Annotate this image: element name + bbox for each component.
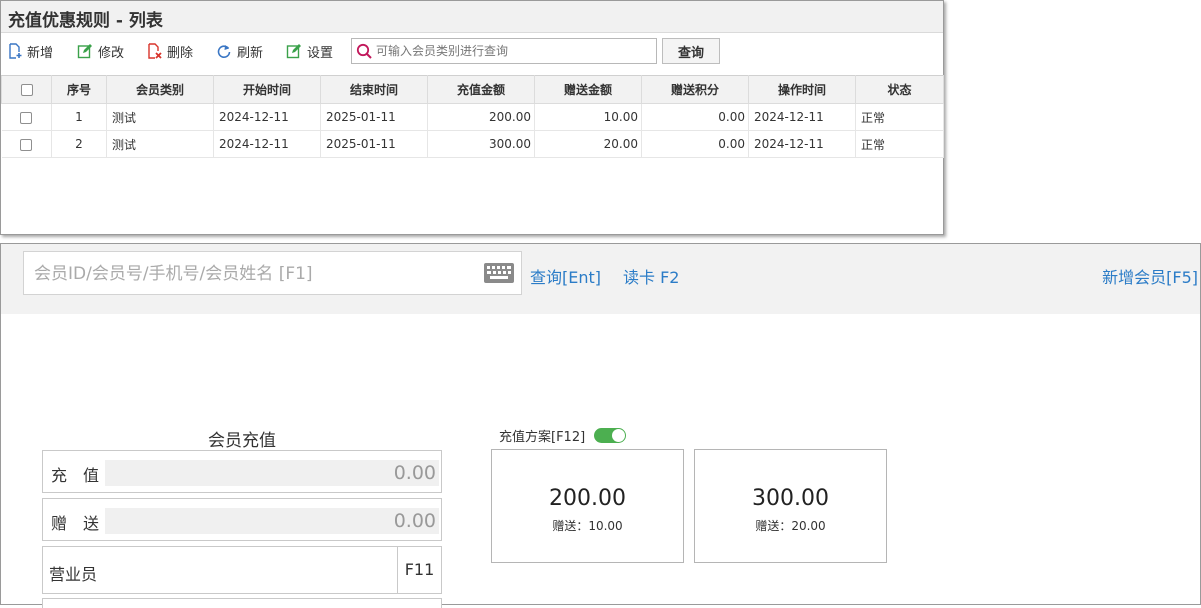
cell-points: 0.00 [641,103,749,131]
table-row[interactable]: 2 测试 2024-12-11 2025-01-11 300.00 20.00 … [1,130,944,158]
category-search-input[interactable] [376,44,656,58]
search-box[interactable] [351,38,657,64]
plan-amount: 200.00 [549,486,626,511]
column-header[interactable]: 开始时间 [213,75,321,104]
delete-label: 删除 [167,45,194,61]
add-document-icon [9,43,22,59]
column-header[interactable]: 充值金额 [427,75,535,104]
cell-op-time: 2024-12-11 [748,130,856,158]
clerk-label: 营业员 [49,565,98,584]
clerk-row[interactable]: 营业员 F11 [42,546,442,594]
delete-button[interactable]: 删除 [147,41,193,61]
row-select-cell[interactable] [1,103,52,131]
settings-label: 设置 [307,45,334,61]
cell-bonus: 20.00 [534,130,642,158]
settings-edit-icon [286,44,301,59]
toolbar: 新增 修改 删除 刷新 设置 可输入会员类别进行查询 查询 [1,33,943,71]
row-select-cell[interactable] [1,130,52,158]
plan-bonus: 赠送：10.00 [552,519,623,533]
cell-status: 正常 [855,130,944,158]
select-all-checkbox[interactable] [20,84,33,96]
refresh-button[interactable]: 刷新 [216,41,263,61]
edit-icon [77,44,92,59]
bonus-amount-label: 赠 送 [51,514,100,533]
plan-amount: 300.00 [752,486,829,511]
window-title: 充值优惠规则 - 列表 [1,1,943,33]
cell-category: 测试 [106,130,214,158]
cell-points: 0.00 [641,130,749,158]
table-header-row: 序号 会员类别 开始时间 结束时间 充值金额 赠送金额 赠送积分 操作时间 状态 [1,75,944,104]
member-search-bar: 查询[Ent] 读卡 F2 新增会员[F5] [1,244,1200,314]
query-button[interactable]: 查询 [662,38,720,64]
cell-amount: 200.00 [427,103,535,131]
delete-document-icon [148,43,162,59]
bonus-amount-row: 赠 送 0.00 [42,498,442,541]
refresh-icon [217,45,231,58]
recharge-plan-card[interactable]: 300.00 赠送：20.00 [694,449,887,563]
search-icon [356,43,372,59]
column-header[interactable]: 赠送积分 [641,75,749,104]
cell-end: 2025-01-11 [320,130,428,158]
refresh-label: 刷新 [237,45,264,61]
keyboard-icon[interactable] [484,263,514,283]
column-header[interactable]: 会员类别 [106,75,214,104]
column-header[interactable]: 结束时间 [320,75,428,104]
column-header[interactable]: 操作时间 [748,75,856,104]
recharge-amount-field[interactable]: 0.00 [105,460,439,486]
edit-button[interactable]: 修改 [77,41,124,61]
member-search-input[interactable] [34,262,474,286]
select-all-cell[interactable] [1,75,52,104]
rule-list-window: 充值优惠规则 - 列表 新增 修改 删除 刷新 设置 可输入会员类别进行查询 查… [0,0,944,235]
recharge-amount-row: 充 值 0.00 [42,450,442,493]
row-checkbox[interactable] [20,138,33,151]
toggle-knob [612,429,625,442]
member-recharge-panel: 查询[Ent] 读卡 F2 新增会员[F5] 会员充值 充 值 0.00 赠 送… [0,243,1201,608]
recharge-amount-label: 充 值 [51,466,100,485]
next-form-row [42,598,442,608]
table-row[interactable]: 1 测试 2024-12-11 2025-01-11 200.00 10.00 … [1,103,944,131]
cell-amount: 300.00 [427,130,535,158]
cell-bonus: 10.00 [534,103,642,131]
cell-end: 2025-01-11 [320,103,428,131]
read-card-link[interactable]: 读卡 F2 [623,264,679,288]
query-link[interactable]: 查询[Ent] [530,264,601,288]
cell-start: 2024-12-11 [213,103,321,131]
member-search-box[interactable] [23,251,522,295]
cell-status: 正常 [855,103,944,131]
clerk-shortcut-button[interactable]: F11 [397,547,441,593]
plan-bonus: 赠送：20.00 [755,519,826,533]
cell-op-time: 2024-12-11 [748,103,856,131]
rules-table: 序号 会员类别 开始时间 结束时间 充值金额 赠送金额 赠送积分 操作时间 状态… [1,75,944,158]
cell-no: 2 [51,130,107,158]
column-header[interactable]: 状态 [855,75,944,104]
recharge-section-title: 会员充值 [208,431,276,451]
add-label: 新增 [27,45,54,61]
column-header[interactable]: 赠送金额 [534,75,642,104]
cell-category: 测试 [106,103,214,131]
cell-no: 1 [51,103,107,131]
recharge-plan-card[interactable]: 200.00 赠送：10.00 [491,449,684,563]
recharge-plan-toggle[interactable] [594,428,626,443]
settings-button[interactable]: 设置 [286,41,333,61]
add-button[interactable]: 新增 [8,41,53,61]
add-member-link[interactable]: 新增会员[F5] [1102,264,1198,288]
recharge-plan-label: 充值方案[F12] [499,430,586,445]
row-checkbox[interactable] [20,111,33,124]
bonus-amount-field[interactable]: 0.00 [105,508,439,534]
edit-label: 修改 [98,45,125,61]
column-header[interactable]: 序号 [51,75,107,104]
cell-start: 2024-12-11 [213,130,321,158]
